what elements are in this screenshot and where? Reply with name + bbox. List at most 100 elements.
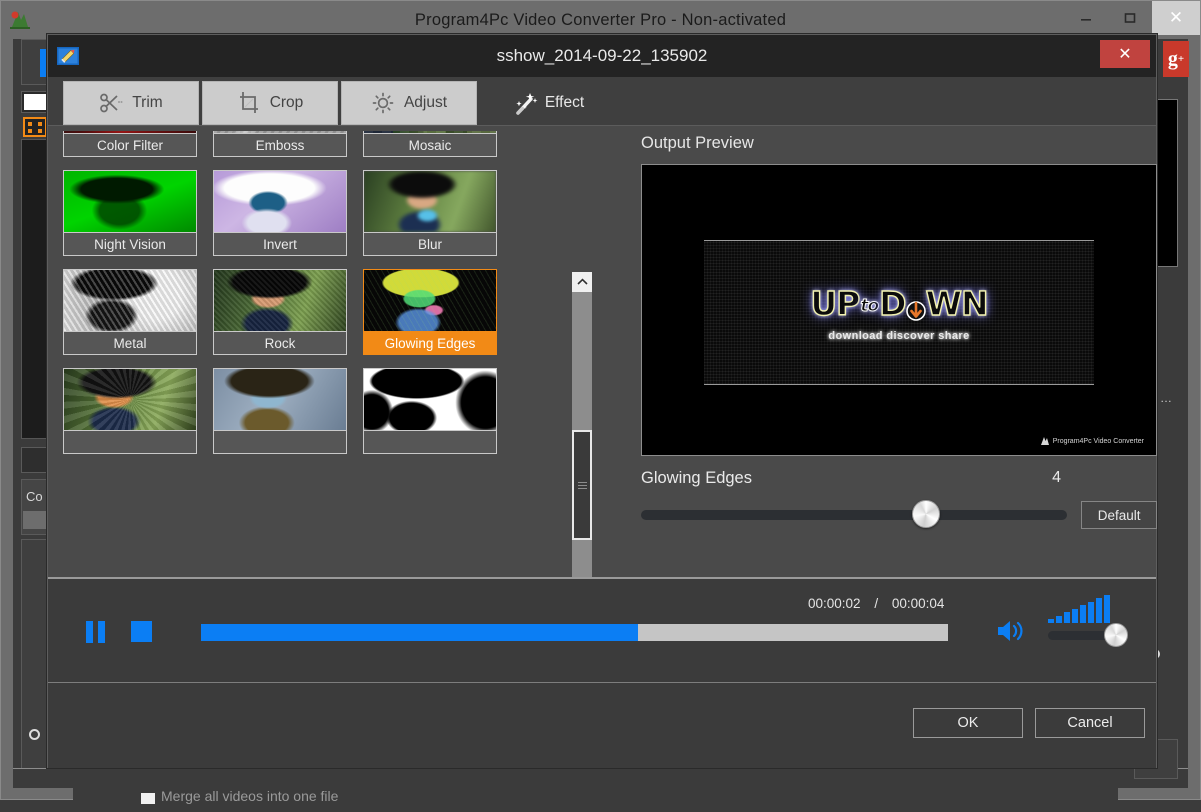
close-button[interactable]: ✕ [1152,1,1200,35]
bg-ellipsis-label: … [1160,391,1172,405]
logo-to: to [860,296,880,317]
volume-control [1048,595,1130,647]
effect-item[interactable]: Rock [213,269,347,355]
dialog-footer: OK Cancel [48,682,1156,768]
merge-checkbox[interactable] [141,793,155,804]
scissors-icon [99,91,123,115]
gplus-label: g [1167,47,1178,70]
tab-effect[interactable]: Effect [480,81,616,125]
bg-film-icon [23,117,47,137]
effect-thumbnail [363,368,497,430]
volume-knob[interactable] [1104,623,1128,647]
close-icon: ✕ [1118,46,1132,63]
download-arrow-icon [905,293,926,321]
minimize-button[interactable] [1064,1,1108,35]
scrollbar-thumb[interactable] [572,430,592,540]
effect-item[interactable]: Night Vision [63,170,197,256]
bg-list-header-tick [24,94,46,110]
effect-thumbnail [63,131,197,133]
pause-button[interactable] [86,621,108,643]
effect-item[interactable] [213,368,347,454]
time-separator: / [874,596,879,611]
default-button-label: Default [1097,507,1141,523]
seek-bar[interactable] [201,624,948,641]
cancel-button[interactable]: Cancel [1035,708,1145,738]
effect-item[interactable]: Color Filter [63,131,197,157]
output-preview-heading: Output Preview [641,134,754,152]
preview-logo: UP to D WN [810,283,990,323]
app-title: Program4Pc Video Converter Pro - Non-act… [414,10,787,29]
tab-adjust[interactable]: Adjust [341,81,477,125]
effect-strength-control: Glowing Edges 4 Default [641,469,1157,529]
stop-button[interactable] [131,621,152,642]
current-time: 00:00:02 [808,596,861,611]
effect-item[interactable] [63,368,197,454]
time-display: 00:00:02 / 00:00:04 [808,596,944,611]
player-controls-bar: 00:00:02 / 00:00:04 [48,577,1156,682]
dialog-titlebar: sshow_2014-09-22_135902 ✕ [48,35,1156,77]
slider-knob[interactable] [912,500,940,528]
preview-frame-content: UP to D WN download discover share [704,240,1094,385]
effect-slider-label: Glowing Edges [641,469,752,487]
effect-thumbnail [63,170,197,232]
output-preview-column: Output Preview UP to D WN download discove… [641,126,1157,529]
effect-thumbnail [63,368,197,430]
effect-thumbnail [363,269,497,331]
tab-crop[interactable]: Crop [202,81,338,125]
magic-wand-icon [512,91,538,115]
effect-thumbnail [213,368,347,430]
close-icon: ✕ [1168,8,1184,27]
effect-label: Color Filter [63,133,197,157]
effect-label: Emboss [213,133,347,157]
dialog-content: Color Filter Emboss Mosaic Night Vision … [48,125,1157,700]
seek-progress [201,624,638,641]
effect-label: Glowing Edges [363,331,497,355]
speaker-icon[interactable] [995,617,1029,650]
scroll-up-button[interactable] [572,272,592,292]
total-time: 00:00:04 [891,596,945,611]
effect-thumbnail [213,131,347,133]
effect-label [363,430,497,454]
effect-label: Metal [63,331,197,355]
effect-item[interactable]: Emboss [213,131,347,157]
bg-radio-icon [29,729,40,740]
bg-bottom-strip [13,768,1188,788]
effect-item[interactable]: Metal [63,269,197,355]
preview-watermark-label: Program4Pc Video Converter [1052,437,1144,445]
effect-item[interactable]: Mosaic [363,131,497,157]
google-plus-badge[interactable]: g + [1163,41,1189,77]
preview-watermark: Program4Pc Video Converter [1039,435,1144,447]
effect-slider[interactable] [641,500,1068,528]
scrollbar-grip-icon [577,480,587,491]
effect-item[interactable]: Invert [213,170,347,256]
effect-item-selected[interactable]: Glowing Edges [363,269,497,355]
dialog-close-button[interactable]: ✕ [1100,40,1150,68]
maximize-button[interactable] [1108,1,1152,35]
effect-thumbnail [213,170,347,232]
effect-label: Night Vision [63,232,197,256]
effect-item[interactable]: Blur [363,170,497,256]
tab-trim[interactable]: Trim [63,81,199,125]
bg-convert-label: Co [26,489,43,504]
tab-adjust-label: Adjust [403,94,448,111]
edit-tabs: Trim Crop Adjust Effect [48,77,1156,125]
brightness-icon [371,91,395,115]
output-preview-video[interactable]: UP to D WN download discover share Program… [641,164,1157,456]
effects-list-panel[interactable]: Color Filter Emboss Mosaic Night Vision … [63,131,573,563]
effect-label: Blur [363,232,497,256]
bg-merge-row: Merge all videos into one file [73,784,1118,812]
edit-video-dialog: sshow_2014-09-22_135902 ✕ Trim Crop Adju… [47,34,1157,768]
default-button[interactable]: Default [1081,501,1157,529]
ok-button[interactable]: OK [913,708,1023,738]
merge-checkbox-label: Merge all videos into one file [161,788,339,804]
volume-slider[interactable] [1048,623,1128,647]
effect-item[interactable] [363,368,497,454]
effect-thumbnail [363,170,497,232]
logo-wn: WN [925,283,989,323]
effect-label [63,430,197,454]
logo-up: UP [810,283,861,323]
effect-label: Mosaic [363,133,497,157]
tab-trim-label: Trim [132,94,163,111]
volume-level-bars [1048,595,1130,623]
preview-tagline: download discover share [828,329,970,342]
